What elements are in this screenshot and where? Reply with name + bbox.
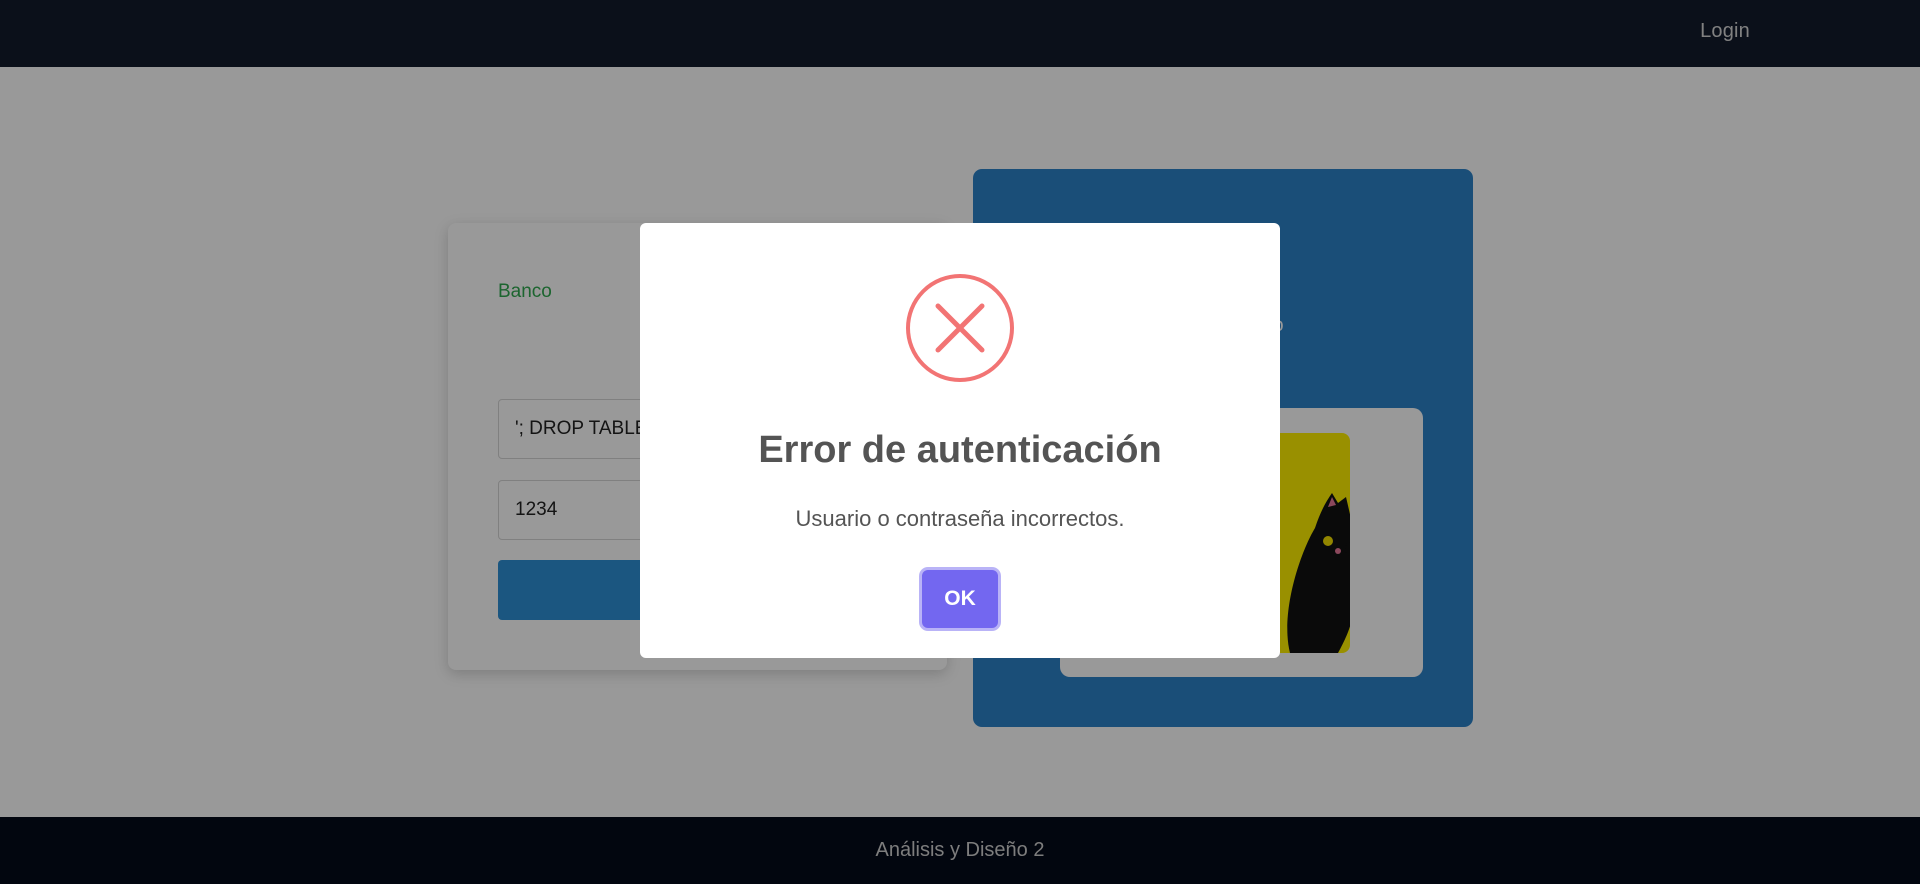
ok-button[interactable]: OK [922,570,998,628]
error-dialog: Error de autenticación Usuario o contras… [640,223,1280,658]
dialog-title: Error de autenticación [758,429,1162,471]
error-x-circle-icon [906,274,1014,382]
dialog-message: Usuario o contraseña incorrectos. [795,506,1125,531]
